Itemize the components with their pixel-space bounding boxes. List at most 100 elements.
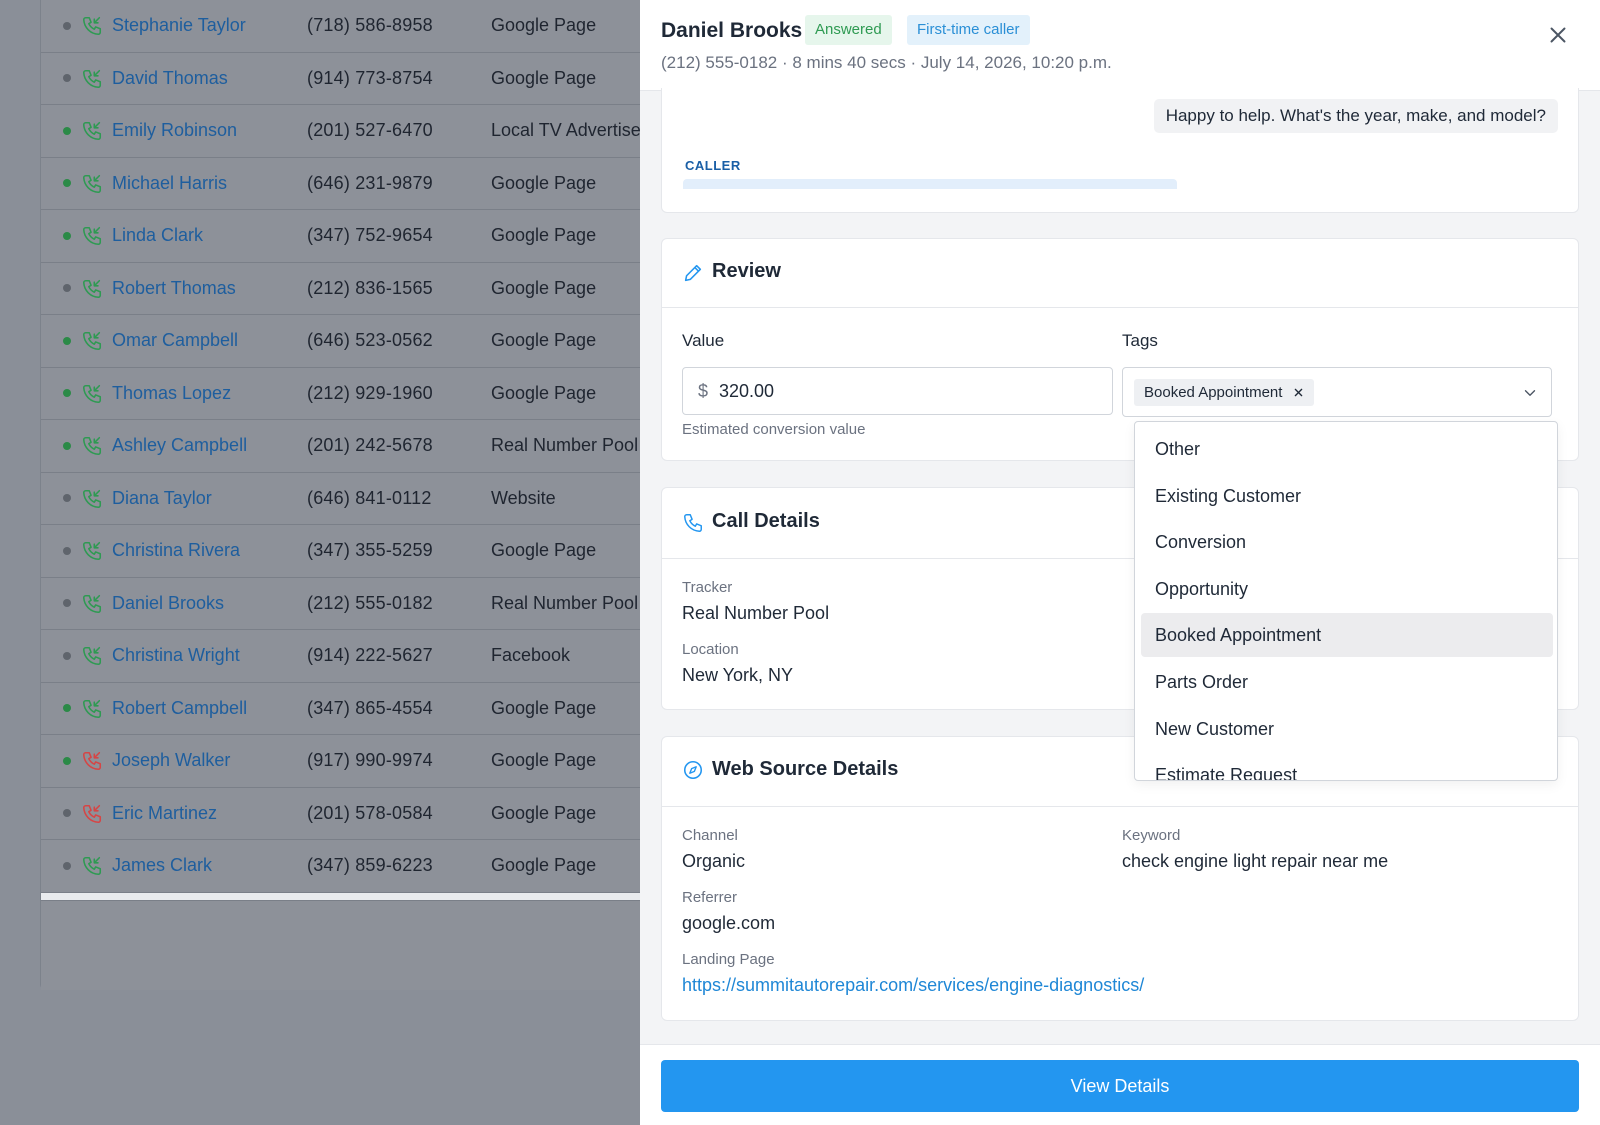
table-row[interactable]: Diana Taylor (646) 841-0112 Website [41, 473, 640, 525]
table-row[interactable]: Thomas Lopez (212) 929-1960 Google Page [41, 368, 640, 420]
call-summary: (212) 555-0182 · 8 mins 40 secs · July 1… [661, 53, 1112, 72]
caller-name-link[interactable]: Robert Thomas [112, 278, 236, 299]
status-dot [63, 336, 71, 345]
incoming-call-icon [82, 174, 102, 193]
call-source: Google Page [491, 277, 597, 298]
caller-name-link[interactable]: Eric Martinez [112, 803, 217, 824]
caller-name-link[interactable]: Robert Campbell [112, 698, 247, 719]
call-source: Google Page [491, 330, 597, 351]
table-row[interactable]: Joseph Walker (917) 990-9974 Google Page [41, 735, 640, 788]
tracker-value: Real Number Pool [682, 603, 830, 623]
tags-dropdown-menu[interactable]: Other Existing Customer Conversion Opportun… [1134, 421, 1558, 781]
incoming-call-icon [82, 69, 102, 88]
status-dot [63, 231, 71, 240]
incoming-call-icon [82, 331, 102, 351]
status-dot [63, 74, 71, 83]
tag-option[interactable]: Conversion [1141, 520, 1553, 564]
table-row[interactable]: James Clark (347) 859-6223 Google Page [41, 840, 640, 893]
phone-icon [684, 514, 702, 532]
caller-phone: (212) 836-1565 [307, 277, 433, 298]
status-dot [63, 756, 71, 765]
tag-option[interactable]: Booked Appointment [1141, 613, 1553, 658]
call-source: Google Page [491, 172, 597, 193]
incoming-call-icon [82, 226, 102, 246]
incoming-call-icon [82, 541, 102, 561]
call-source: Google Page [491, 855, 597, 876]
tag-option[interactable]: Opportunity [1141, 567, 1553, 611]
calls-list-panel: Stephanie Taylor (718) 586-8958 Google Pag… [40, 0, 641, 990]
caller-name-link[interactable]: Emily Robinson [112, 120, 237, 141]
answered-badge: Answered [805, 15, 892, 45]
call-source: Google Page [491, 67, 597, 88]
tag-option[interactable]: Existing Customer [1141, 474, 1553, 518]
view-details-button[interactable]: View Details [661, 1060, 1579, 1112]
caller-name-link[interactable]: Stephanie Taylor [112, 15, 246, 36]
table-row[interactable]: David Thomas (914) 773-8754 Google Page [41, 53, 640, 105]
caller-phone: (212) 929-1960 [307, 382, 433, 403]
tag-option[interactable]: New Customer [1141, 707, 1553, 751]
value-hint: Estimated conversion value [682, 421, 866, 438]
drawer-header: Daniel Brooks Answered First-time caller… [640, 0, 1600, 91]
caller-name-link[interactable]: Christina Rivera [112, 540, 240, 561]
location-value: New York, NY [682, 665, 794, 685]
caller-phone: (718) 586-8958 [307, 15, 433, 36]
compass-icon [683, 760, 703, 780]
caller-phone: (917) 990-9974 [307, 750, 433, 771]
call-details-title: Call Details [712, 510, 820, 532]
table-row[interactable]: Eric Martinez (201) 578-0584 Google Page [41, 788, 640, 840]
caller-name-link[interactable]: David Thomas [112, 68, 228, 89]
table-row[interactable]: Robert Campbell (347) 865-4554 Google Page [41, 683, 640, 735]
caller-name-link[interactable]: Christina Wright [112, 645, 240, 666]
tags-select[interactable]: Booked Appointment [1122, 367, 1552, 417]
incoming-call-icon [82, 384, 102, 403]
location-label: Location [682, 641, 739, 658]
pencil-icon [684, 264, 702, 282]
missed-call-icon [82, 804, 102, 823]
table-row[interactable]: Christina Rivera (347) 355-5259 Google Pag… [41, 525, 640, 578]
agent-message: Happy to help. What's the year, make, an… [1153, 99, 1558, 133]
table-row[interactable]: Michael Harris (646) 231-9879 Google Page [41, 158, 640, 210]
drawer-footer: View Details [640, 1044, 1600, 1125]
caller-name-link[interactable]: Diana Taylor [112, 488, 212, 509]
caller-name-link[interactable]: Daniel Brooks [112, 593, 224, 614]
landing-page-link[interactable]: https://summitautorepair.com/services/en… [682, 975, 1144, 996]
close-icon[interactable] [1545, 22, 1571, 48]
landing-page-label: Landing Page [682, 951, 775, 968]
table-row[interactable]: Robert Thomas (212) 836-1565 Google Page [41, 263, 640, 315]
table-row[interactable]: Christina Wright (914) 222-5627 Facebook [41, 630, 640, 683]
table-row[interactable]: Stephanie Taylor (718) 586-8958 Google Pag… [41, 0, 640, 53]
status-dot [63, 494, 71, 503]
caller-name-link[interactable]: Thomas Lopez [112, 383, 231, 404]
status-dot [63, 809, 71, 818]
caller-name-link[interactable]: Linda Clark [112, 225, 203, 246]
call-source: Google Page [491, 802, 597, 823]
incoming-call-icon [82, 16, 102, 36]
table-row[interactable]: Omar Campbell (646) 523-0562 Google Page [41, 315, 640, 368]
incoming-call-icon [82, 594, 102, 613]
caller-phone: (914) 773-8754 [307, 67, 433, 88]
caller-phone: (347) 752-9654 [307, 225, 433, 246]
caller-name-link[interactable]: James Clark [112, 855, 212, 876]
table-row[interactable]: Emily Robinson (201) 527-6470 Local TV Adv… [41, 105, 641, 158]
caller-name-link[interactable]: Omar Campbell [112, 330, 238, 351]
remove-tag-icon[interactable] [1291, 385, 1306, 400]
caller-phone: (201) 578-0584 [307, 802, 433, 823]
table-row[interactable]: Linda Clark (347) 752-9654 Google Page [41, 210, 640, 263]
tag-option[interactable]: Estimate Request [1141, 753, 1553, 780]
caller-name-link[interactable]: Joseph Walker [112, 750, 230, 771]
value-input[interactable]: $ 320.00 [682, 367, 1113, 415]
tag-option[interactable]: Other [1141, 427, 1553, 471]
tag-option[interactable]: Parts Order [1141, 660, 1553, 704]
caller-phone: (347) 865-4554 [307, 697, 433, 718]
caller-name-link[interactable]: Michael Harris [112, 173, 227, 194]
calls-list: Stephanie Taylor (718) 586-8958 Google Pag… [41, 0, 641, 893]
caller-phone: (201) 527-6470 [307, 120, 433, 141]
value-label: Value [682, 331, 725, 350]
incoming-call-icon [82, 489, 102, 508]
caller-name-link[interactable]: Ashley Campbell [112, 435, 247, 456]
status-dot [63, 21, 71, 30]
table-row[interactable]: Ashley Campbell (201) 242-5678 Real Number… [41, 420, 640, 473]
call-source: Real Number Pool [491, 435, 639, 456]
table-row[interactable]: Daniel Brooks (212) 555-0182 Real Number P… [41, 578, 640, 630]
chevron-down-icon[interactable] [1521, 384, 1539, 402]
